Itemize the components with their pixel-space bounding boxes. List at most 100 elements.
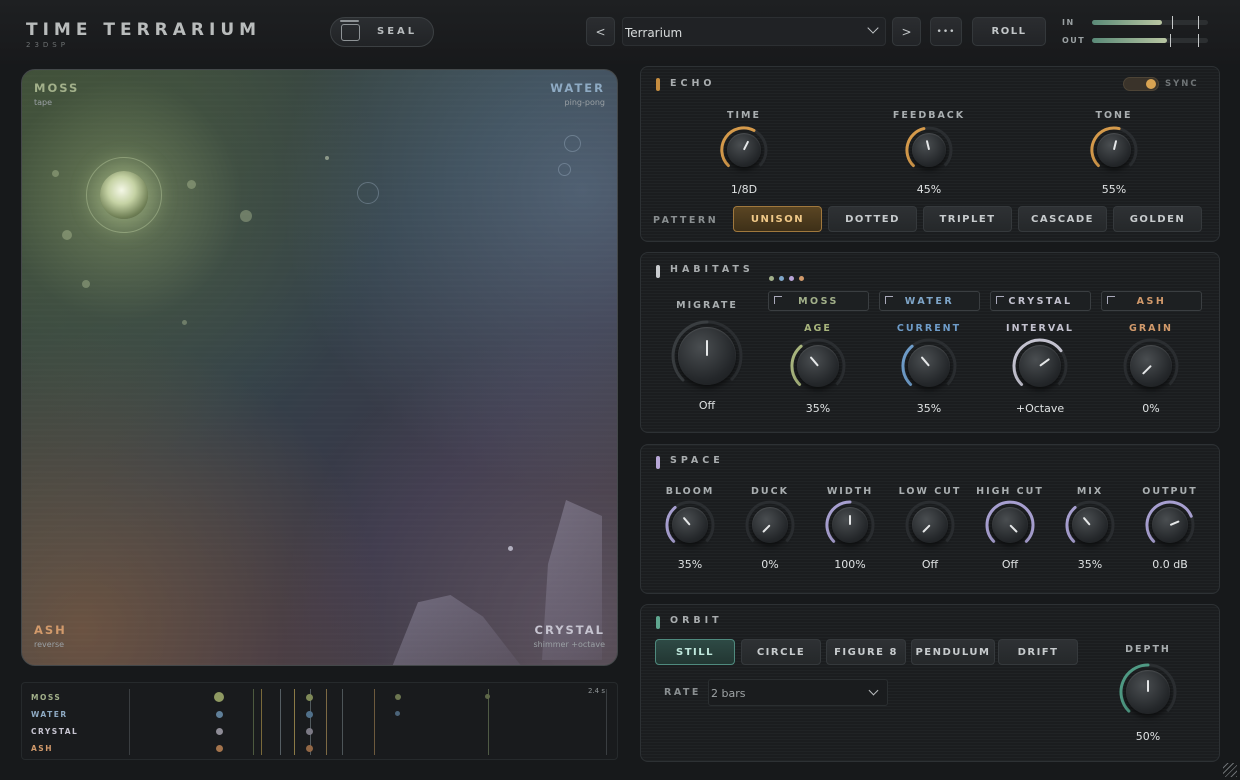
sync-toggle[interactable] — [1123, 77, 1159, 91]
echo-time-indicator — [743, 141, 750, 151]
migrate-indicator — [706, 339, 708, 356]
corner-moss-sub: tape — [34, 98, 53, 107]
tap-dot — [216, 728, 223, 735]
ring-marker — [564, 135, 581, 152]
corner-water-name: WATER — [550, 81, 605, 95]
out-meter-label: OUT — [1062, 36, 1086, 45]
space-bloom-indicator — [682, 516, 691, 526]
pattern-unison[interactable]: UNISON — [733, 206, 822, 232]
pattern-dotted[interactable]: DOTTED — [828, 206, 917, 232]
space-bloom-knob[interactable] — [672, 507, 708, 543]
out-meter-peak — [1170, 34, 1171, 47]
corner-crystal-sub: shimmer +octave — [533, 640, 606, 649]
echo-time-knob[interactable] — [727, 133, 761, 167]
app-subtitle: 23DSP — [26, 41, 69, 49]
tap-dot — [216, 745, 223, 752]
echo-timeline: MOSS WATER CRYSTAL ASH 2.4 s — [21, 682, 618, 760]
space-duck-knob[interactable] — [752, 507, 788, 543]
corner-bracket-icon — [774, 296, 782, 304]
corner-water: WATER ping-pong — [550, 81, 605, 107]
chevron-down-icon — [867, 22, 879, 34]
habitat-chip-moss[interactable]: MOSS — [768, 291, 869, 311]
habitat-chip-ash[interactable]: ASH — [1101, 291, 1202, 311]
orbit-mode-circle[interactable]: CIRCLE — [741, 639, 821, 665]
corner-moss: MOSS tape — [34, 81, 79, 107]
preset-select[interactable]: Terrarium — [622, 17, 886, 46]
echo-tone-value: 55% — [1101, 183, 1127, 196]
top-bar: TIME TERRARIUM 23DSP SEAL < Terrarium > … — [0, 0, 1240, 64]
ash-dot — [799, 276, 804, 281]
in-meter — [1092, 16, 1208, 29]
in-meter-peak — [1172, 16, 1173, 29]
echo-tone-knob[interactable] — [1097, 133, 1131, 167]
habitat-current-label: CURRENT — [896, 323, 962, 334]
habitat-age-label: AGE — [804, 323, 832, 334]
habitat-chip-crystal[interactable]: CRYSTAL — [990, 291, 1091, 311]
space-output-value: 0.0 dB — [1152, 558, 1188, 571]
echo-feedback-indicator — [925, 140, 930, 151]
habitat-chip-water[interactable]: WATER — [879, 291, 980, 311]
habitat-age-indicator — [809, 356, 819, 367]
lane-label: CRYSTAL — [31, 727, 79, 736]
orbit-depth-label: DEPTH — [1125, 644, 1171, 655]
space-low-cut-indicator — [922, 524, 931, 533]
migrate-label: MIGRATE — [676, 300, 738, 311]
echo-feedback-knob[interactable] — [912, 133, 946, 167]
echo-title: ECHO — [670, 78, 716, 89]
pattern-label: PATTERN — [653, 215, 719, 226]
particle — [182, 320, 187, 325]
prev-preset-button[interactable]: < — [586, 17, 615, 46]
particle — [240, 210, 252, 222]
tap-dot — [306, 745, 313, 752]
echo-tone-label: TONE — [1095, 110, 1133, 121]
tap-dot — [395, 694, 401, 700]
tap-line — [253, 689, 254, 755]
corner-crystal: CRYSTAL shimmer +octave — [534, 623, 606, 649]
habitat-current-indicator — [920, 356, 930, 367]
space-low-cut-knob[interactable] — [912, 507, 948, 543]
orbit-depth-knob[interactable] — [1126, 670, 1170, 714]
orbit-mode-still[interactable]: STILL — [655, 639, 735, 665]
migrate-value: Off — [698, 399, 716, 412]
out-meter — [1092, 34, 1208, 47]
space-mix-indicator — [1082, 516, 1091, 526]
space-output-label: OUTPUT — [1142, 486, 1198, 497]
pattern-cascade[interactable]: CASCADE — [1018, 206, 1107, 232]
next-preset-button[interactable]: > — [892, 17, 921, 46]
brand: TIME TERRARIUM 23DSP — [26, 20, 261, 49]
seal-button[interactable]: SEAL — [330, 17, 434, 47]
out-meter-fill — [1092, 38, 1168, 43]
habitat-interval-indicator — [1039, 358, 1051, 367]
echo-time-label: TIME — [727, 110, 761, 121]
echo-time-value: 1/8D — [730, 183, 758, 196]
space-output-indicator — [1169, 520, 1180, 526]
tap-dot — [214, 692, 224, 702]
habitat-grain-knob[interactable] — [1130, 345, 1172, 387]
roll-button[interactable]: ROLL — [972, 17, 1046, 46]
corner-bracket-icon — [1107, 296, 1115, 304]
space-high-cut-knob[interactable] — [992, 507, 1028, 543]
habitat-current-knob[interactable] — [908, 345, 950, 387]
space-output-knob[interactable] — [1152, 507, 1188, 543]
lane-label: MOSS — [31, 693, 62, 702]
orbit-mode-pendulum[interactable]: PENDULUM — [911, 639, 995, 665]
more-button[interactable]: ••• — [930, 17, 962, 46]
habitats-accent — [656, 265, 660, 278]
space-width-knob[interactable] — [832, 507, 868, 543]
habitat-age-knob[interactable] — [797, 345, 839, 387]
particle — [187, 180, 196, 189]
echo-feedback-label: FEEDBACK — [892, 110, 966, 121]
migrate-knob[interactable] — [678, 327, 736, 385]
habitat-interval-value: +Octave — [1015, 402, 1065, 415]
pattern-golden[interactable]: GOLDEN — [1113, 206, 1202, 232]
resize-handle[interactable] — [1223, 763, 1237, 777]
pattern-triplet[interactable]: TRIPLET — [923, 206, 1012, 232]
habitat-interval-knob[interactable] — [1019, 345, 1061, 387]
orbit-mode-drift[interactable]: DRIFT — [998, 639, 1078, 665]
space-mix-knob[interactable] — [1072, 507, 1108, 543]
orbit-accent — [656, 616, 660, 629]
habitat-field[interactable]: MOSS tape WATER ping-pong ASH reverse CR… — [21, 69, 618, 666]
position-orb[interactable] — [100, 171, 148, 219]
rate-select[interactable]: 2 bars — [708, 679, 888, 706]
orbit-mode-figure-8[interactable]: FIGURE 8 — [826, 639, 906, 665]
